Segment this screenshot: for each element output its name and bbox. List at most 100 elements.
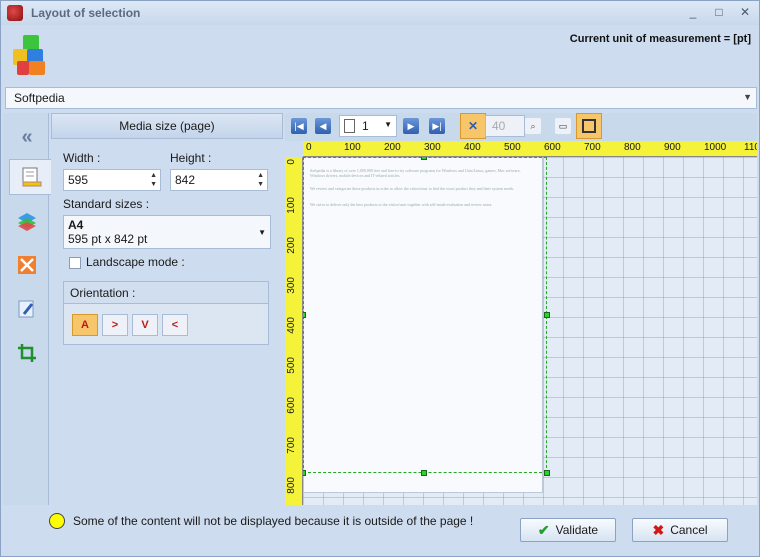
standard-size-select[interactable]: A4 595 pt x 842 pt ▼	[63, 215, 271, 249]
magnifier-icon: ⌕	[530, 120, 536, 131]
standard-size-dims: 595 pt x 842 pt	[68, 232, 148, 246]
landscape-checkbox[interactable]	[69, 257, 81, 269]
orientation-group: Orientation : A > V <	[63, 281, 269, 345]
ruler-tick-label: 500	[504, 142, 521, 153]
resize-handle[interactable]	[421, 157, 427, 160]
resize-handle[interactable]	[303, 470, 306, 476]
checkmark-icon: ✔	[537, 521, 550, 538]
full-page-button[interactable]	[576, 113, 602, 139]
portrait-icon: A	[81, 319, 89, 331]
rotate-right-icon: >	[111, 319, 119, 331]
layers-icon	[18, 213, 36, 231]
expand-arrows-icon	[18, 256, 36, 274]
ruler-tick-label: 800	[624, 142, 641, 153]
sidebar-item-fit[interactable]	[9, 247, 45, 283]
next-page-button[interactable]: ▶	[403, 118, 419, 134]
ruler-tick-label: 200	[286, 237, 297, 254]
chevron-down-icon[interactable]: ▼	[384, 120, 392, 129]
landscape-label: Landscape mode :	[86, 255, 185, 269]
orientation-rotate-left-button[interactable]: <	[162, 314, 188, 336]
preview-area: |◀ ◀ 1 ▼ ▶ ▶| ✕ 40 ⌕ ▭ 0 100 200 300 400…	[285, 113, 757, 505]
window-title: Layout of selection	[31, 6, 141, 20]
ruler-tick-label: 0	[306, 142, 312, 153]
ruler-tick-label: 100	[344, 142, 361, 153]
zoom-field[interactable]: 40	[485, 115, 525, 137]
zoom-button[interactable]: ⌕	[525, 118, 541, 134]
ruler-tick-label: 800	[286, 477, 297, 494]
chevron-down-icon[interactable]: ▼	[743, 92, 752, 102]
preview-toolbar: |◀ ◀ 1 ▼ ▶ ▶| ✕ 40 ⌕ ▭	[285, 113, 757, 141]
first-page-button[interactable]: |◀	[291, 118, 307, 134]
panel-title: Media size (page)	[51, 113, 283, 139]
height-field[interactable]: 842 ▲ ▼	[170, 169, 268, 191]
sidebar-item-crop[interactable]	[9, 335, 45, 371]
document-combo[interactable]: Softpedia ▼	[5, 87, 757, 109]
app-icon	[7, 5, 23, 21]
sidebar-item-pin[interactable]	[9, 291, 45, 327]
unit-label: Current unit of measurement = [pt]	[569, 33, 751, 45]
resize-handle[interactable]	[303, 312, 306, 318]
restore-button[interactable]: □	[711, 5, 727, 19]
sidebar-item-page-size[interactable]	[9, 159, 51, 195]
validate-label: Validate	[555, 523, 599, 537]
standard-size-name: A4	[68, 218, 84, 232]
ruler-tick-label: 110	[744, 142, 757, 153]
full-page-icon	[582, 119, 596, 133]
x-icon: ✖	[652, 521, 665, 538]
resize-handle[interactable]	[544, 312, 550, 318]
fit-page-button[interactable]: ✕	[460, 113, 486, 139]
rotate-left-icon: <	[171, 319, 179, 331]
prev-page-icon: ◀	[319, 120, 327, 131]
document-combo-value: Softpedia	[14, 91, 65, 105]
minimize-button[interactable]: _	[685, 5, 701, 19]
page-canvas[interactable]: Softpedia is a library of over 1,000,000…	[303, 157, 757, 505]
collapse-sidebar-button[interactable]: «	[9, 119, 45, 155]
orientation-portrait-button[interactable]: A	[72, 314, 98, 336]
selection-frame[interactable]	[303, 157, 547, 473]
status-bar: Some of the content will not be displaye…	[49, 509, 499, 533]
next-page-icon: ▶	[407, 120, 415, 131]
validate-button[interactable]: ✔ Validate	[520, 518, 616, 542]
ruler-tick-label: 400	[464, 142, 481, 153]
pin-icon	[18, 300, 34, 318]
view-mode-button[interactable]: ▭	[555, 118, 571, 134]
orientation-upside-down-button[interactable]: V	[132, 314, 158, 336]
ruler-tick-label: 300	[424, 142, 441, 153]
width-label: Width :	[63, 151, 101, 165]
zoom-value: 40	[492, 119, 506, 133]
fit-arrows-icon: ✕	[467, 119, 479, 133]
spin-arrows-icon[interactable]: ▲ ▼	[257, 171, 264, 189]
title-bar[interactable]: Layout of selection _ □ ✕	[1, 1, 759, 25]
page-number-field[interactable]: 1 ▼	[339, 115, 397, 137]
height-value: 842	[175, 173, 196, 187]
crop-icon	[18, 344, 36, 362]
first-page-icon: |◀	[294, 120, 304, 131]
vertical-ruler: 0 100 200 300 400 500 600 700 800	[285, 157, 303, 505]
close-button[interactable]: ✕	[737, 5, 753, 19]
ruler-tick-label: 1000	[704, 142, 727, 153]
header-area: Current unit of measurement = [pt]	[1, 25, 759, 87]
horizontal-ruler: 0 100 200 300 400 500 600 700 800 900 10…	[303, 141, 757, 157]
cancel-button[interactable]: ✖ Cancel	[632, 518, 728, 542]
height-label: Height :	[170, 151, 212, 165]
media-size-panel: Media size (page) Width : 595 ▲ ▼ Height …	[51, 113, 283, 505]
sidebar: «	[3, 113, 51, 505]
resize-handle[interactable]	[421, 470, 427, 476]
spin-arrows-icon[interactable]: ▲ ▼	[150, 171, 157, 189]
resize-handle[interactable]	[544, 470, 550, 476]
width-value: 595	[68, 173, 89, 187]
ruler-tick-label: 300	[286, 277, 297, 294]
last-page-icon: ▶|	[432, 120, 442, 131]
ruler-tick-label: 700	[584, 142, 601, 153]
sidebar-item-layers[interactable]	[9, 203, 45, 239]
prev-page-button[interactable]: ◀	[315, 118, 331, 134]
last-page-button[interactable]: ▶|	[429, 118, 445, 134]
ruler-tick-label: 700	[286, 437, 297, 454]
width-field[interactable]: 595 ▲ ▼	[63, 169, 161, 191]
ruler-tick-label: 200	[384, 142, 401, 153]
orientation-label: Orientation :	[64, 282, 268, 304]
cancel-label: Cancel	[670, 523, 708, 537]
double-chevron-left-icon: «	[21, 125, 33, 148]
chevron-down-icon[interactable]: ▼	[258, 228, 266, 237]
orientation-rotate-right-button[interactable]: >	[102, 314, 128, 336]
